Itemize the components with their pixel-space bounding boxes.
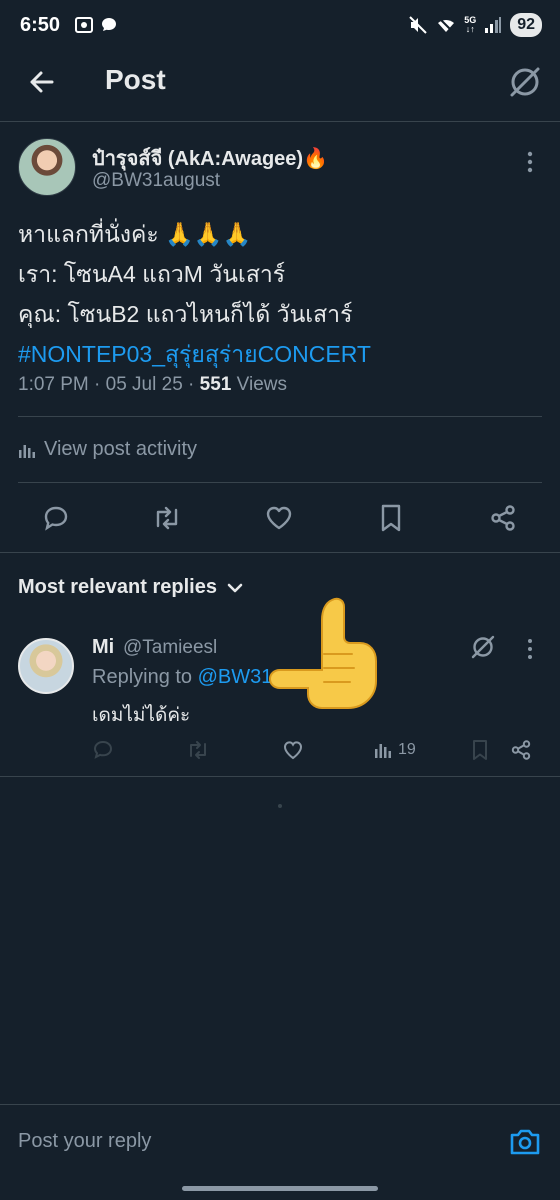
status-notification-icons	[74, 16, 118, 34]
composer-divider	[0, 1104, 560, 1105]
post-text-line: เรา: โซนA4 แถวM วันเสาร์	[18, 261, 286, 287]
repost-icon	[190, 741, 206, 759]
post-body: หาแลกที่นั่งค่ะ 🙏🙏🙏 เรา: โซนA4 แถวM วันเ…	[18, 214, 548, 374]
author-avatar[interactable]	[18, 138, 76, 196]
grok-icon[interactable]	[506, 64, 544, 100]
reply-author-name[interactable]: Mi	[92, 636, 114, 659]
back-arrow-icon[interactable]	[24, 64, 60, 100]
repost-icon	[156, 506, 178, 530]
replying-to-label: Replying to	[92, 666, 198, 688]
view-post-activity[interactable]: View post activity	[18, 438, 197, 461]
author-handle[interactable]: @BW31august	[92, 170, 220, 192]
reply-share-button[interactable]	[510, 738, 532, 762]
activity-divider	[18, 482, 542, 483]
replying-to: Replying to @BW31	[92, 666, 272, 689]
pointing-hand-icon	[268, 597, 377, 709]
loading-dot	[278, 804, 282, 808]
chat-icon	[102, 18, 116, 31]
repost-button[interactable]	[147, 500, 187, 536]
bookmark-button[interactable]	[371, 500, 411, 536]
comment-icon	[44, 506, 68, 531]
reply-button[interactable]	[36, 500, 76, 536]
header-divider	[0, 121, 560, 122]
bookmark-icon	[473, 740, 487, 760]
status-right-icons: 5G ↓↑ 92	[408, 13, 542, 37]
share-button[interactable]	[483, 500, 523, 536]
page-title: Post	[105, 64, 166, 95]
post-text-line: คุณ: โซนB2 แถวไหนก็ได้ วันเสาร์	[18, 301, 353, 327]
post-hashtag[interactable]: #NONTEP03_สุรุ่ยสุร่ายCONCERT	[18, 334, 548, 374]
actions-divider	[0, 552, 560, 553]
reply-text: เดมไม่ได้ค่ะ	[92, 705, 191, 726]
replies-sort-label: Most relevant replies	[18, 576, 217, 598]
like-button[interactable]	[259, 500, 299, 536]
share-icon	[491, 505, 515, 531]
share-icon	[511, 740, 531, 760]
more-options-icon[interactable]	[522, 638, 538, 660]
reply-divider	[0, 776, 560, 777]
status-bar: 6:50 5G ↓↑ 92	[0, 0, 560, 52]
analytics-icon	[375, 744, 391, 758]
wifi-icon	[438, 17, 455, 33]
mute-icon	[409, 16, 427, 34]
analytics-icon	[19, 444, 35, 458]
comment-icon	[93, 740, 113, 759]
home-indicator[interactable]	[182, 1186, 378, 1191]
status-time: 6:50	[20, 14, 61, 36]
post-text-line: หาแลกที่นั่งค่ะ 🙏🙏🙏	[18, 221, 252, 247]
post-views-label: Views	[231, 374, 287, 395]
heart-icon	[266, 506, 292, 530]
reply-like-button[interactable]	[282, 738, 304, 762]
post-timestamp: 1:07 PM · 05 Jul 25 ·	[18, 374, 200, 395]
camera-icon[interactable]	[508, 1126, 542, 1158]
reply-composer-input[interactable]	[18, 1130, 488, 1153]
reply-author-handle[interactable]: @Tamieesl	[123, 637, 217, 659]
reply-views-count: 19	[398, 741, 416, 758]
battery-level: 92	[510, 13, 542, 37]
network-icon: 5G ↓↑	[464, 16, 476, 34]
reply-avatar[interactable]	[18, 638, 74, 694]
screenshot-icon	[75, 17, 93, 33]
heart-icon	[283, 741, 303, 760]
network-arrows-icon: ↓↑	[465, 24, 475, 34]
reply-views[interactable]: 19	[374, 738, 416, 762]
post-views-count: 551	[199, 374, 232, 395]
chevron-down-icon	[227, 583, 243, 592]
post-meta: 1:07 PM · 05 Jul 25 · 551 Views	[18, 374, 287, 396]
bookmark-icon	[381, 504, 401, 532]
replies-sort-dropdown[interactable]: Most relevant replies	[18, 576, 243, 599]
meta-divider	[18, 416, 542, 417]
reply-bookmark-button[interactable]	[470, 738, 490, 762]
view-post-activity-label: View post activity	[44, 438, 198, 460]
reply-reply-button[interactable]	[92, 738, 114, 762]
signal-icon	[485, 17, 502, 33]
reply-repost-button[interactable]	[186, 738, 210, 762]
more-options-icon[interactable]	[520, 150, 540, 174]
grok-icon[interactable]	[470, 634, 496, 660]
